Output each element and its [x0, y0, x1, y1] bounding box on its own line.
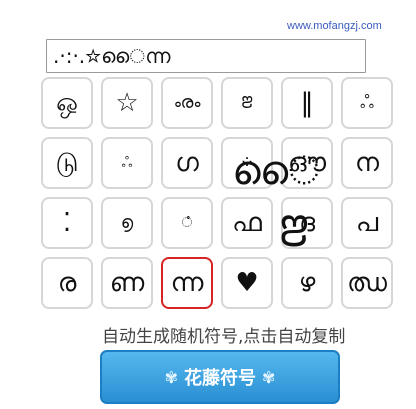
symbol-cell[interactable]: ஃ [341, 77, 393, 129]
flourish-icon: ✾ [164, 367, 178, 387]
symbol-output-field[interactable]: .·:·.☆ൈന്ന [46, 39, 366, 73]
symbol-cell-selected[interactable]: ന്ന [161, 257, 213, 309]
symbol-cell[interactable]: ഀ [161, 197, 213, 249]
symbol-cell[interactable]: ൭ [101, 197, 153, 249]
symbol-cell[interactable]: ഝ [341, 257, 393, 309]
symbol-cell[interactable]: ⁚ [41, 197, 93, 249]
symbol-cell[interactable]: ஒ [41, 77, 93, 129]
symbol-cell[interactable]: ♥ [221, 257, 273, 309]
flourish-icon: ✾ [262, 367, 276, 387]
symbol-cell[interactable]: ஃ [101, 137, 153, 189]
symbol-cell[interactable]: ന [341, 137, 393, 189]
symbol-cell[interactable]: ര [41, 257, 93, 309]
symbol-cell[interactable]: ‖ [281, 77, 333, 129]
generate-symbols-button[interactable]: ✾ 花藤符号 ✾ [100, 350, 340, 404]
symbol-cell[interactable]: പ [341, 197, 393, 249]
generate-button-label: 花藤符号 [184, 368, 256, 389]
symbol-cell[interactable]: ദ [281, 197, 333, 249]
symbol-cell[interactable]: ☆ [101, 77, 153, 129]
symbol-cell[interactable]: ⁘ [221, 137, 273, 189]
symbol-cell[interactable]: ൟ [161, 77, 213, 129]
instruction-caption: 自动生成随机符号,点击自动复制 [102, 327, 346, 347]
symbol-grid: ஒ ☆ ൟ ꢂ ‖ ஃ டு ஃ ഗ ⁘ ഔ ന ⁚ ൭ ഀ ഫ ദ പ ര ണ… [41, 77, 397, 313]
symbol-cell[interactable]: ഴ [281, 257, 333, 309]
symbol-cell[interactable]: டு [41, 137, 93, 189]
symbol-cell[interactable]: ഗ [161, 137, 213, 189]
symbol-cell[interactable]: ഔ [281, 137, 333, 189]
symbol-cell[interactable]: ണ [101, 257, 153, 309]
symbol-cell[interactable]: ꢂ [221, 77, 273, 129]
symbol-cell[interactable]: ഫ [221, 197, 273, 249]
site-watermark: www.mofangzj.com [287, 20, 382, 32]
